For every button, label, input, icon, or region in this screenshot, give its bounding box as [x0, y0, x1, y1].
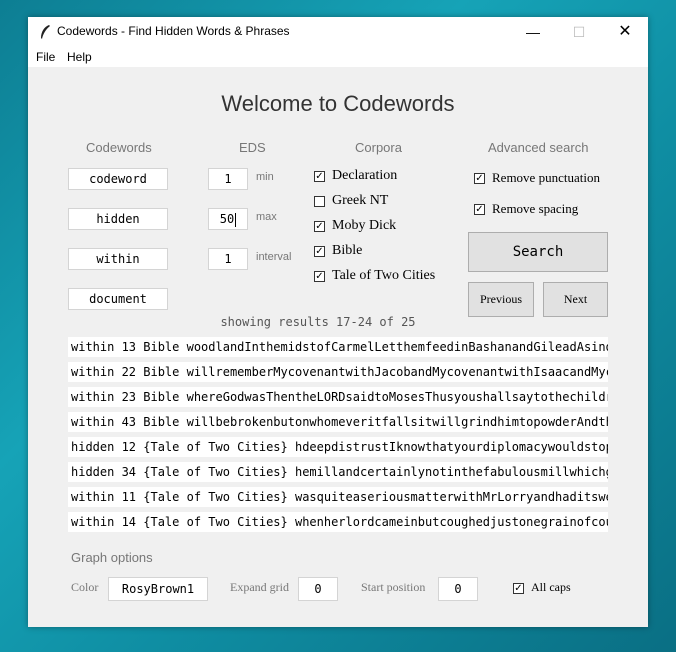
start-position-label: Start position: [361, 580, 426, 594]
page-title: Welcome to Codewords: [221, 91, 455, 116]
feather-icon: [41, 25, 50, 39]
eds-heading: EDS: [239, 140, 266, 155]
checkbox-box[interactable]: ✓: [314, 246, 325, 257]
eds-min-input[interactable]: 1: [208, 168, 248, 190]
expand-grid-label: Expand grid: [230, 580, 289, 594]
title-bar: Codewords - Find Hidden Words & Phrases …: [28, 17, 648, 47]
menu-help[interactable]: Help: [67, 50, 92, 64]
checkbox-box[interactable]: ✓: [314, 221, 325, 232]
checkbox-box[interactable]: ✓: [314, 171, 325, 182]
checkbox-label: Greek NT: [332, 193, 389, 208]
menu-bar: File Help: [28, 47, 648, 67]
eds-max-input[interactable]: 50: [208, 208, 248, 230]
result-row[interactable]: within 11 {Tale of Two Cities} wasquitea…: [68, 487, 608, 507]
checkbox-box[interactable]: ✓: [513, 583, 524, 594]
result-row[interactable]: hidden 34 {Tale of Two Cities} hemilland…: [68, 462, 608, 482]
codewords-heading: Codewords: [86, 140, 152, 155]
checkbox-label: Tale of Two Cities: [332, 268, 436, 283]
result-row[interactable]: within 13 Bible woodlandInthemidstofCarm…: [68, 337, 608, 357]
eds-interval-label: interval: [256, 251, 292, 263]
eds-min-label: min: [256, 171, 274, 183]
corpora-heading: Corpora: [355, 140, 402, 155]
codeword-input-3[interactable]: within: [68, 248, 168, 270]
close-button[interactable]: ✕: [602, 17, 648, 47]
eds-interval-input[interactable]: 1: [208, 248, 248, 270]
eds-max-value: 50: [219, 212, 235, 226]
result-row[interactable]: within 43 Bible willbebrokenbutonwhomeve…: [68, 412, 608, 432]
previous-button[interactable]: Previous: [468, 282, 534, 317]
next-button[interactable]: Next: [543, 282, 608, 317]
app-window: Codewords - Find Hidden Words & Phrases …: [28, 17, 648, 627]
result-row[interactable]: within 14 {Tale of Two Cities} whenherlo…: [68, 512, 608, 532]
text-cursor: [235, 212, 237, 227]
results-status: showing results 17-24 of 25: [220, 315, 416, 329]
checkbox-box[interactable]: [314, 196, 325, 207]
expand-grid-input[interactable]: 0: [298, 577, 338, 601]
codeword-input-2[interactable]: hidden: [68, 208, 168, 230]
advanced-search-heading: Advanced search: [488, 140, 589, 155]
checkbox-box[interactable]: ✓: [314, 271, 325, 282]
codeword-input-1[interactable]: codeword: [68, 168, 168, 190]
menu-file[interactable]: File: [36, 50, 55, 64]
result-row[interactable]: hidden 12 {Tale of Two Cities} hdeepdist…: [68, 437, 608, 457]
search-button[interactable]: Search: [468, 232, 608, 272]
maximize-button[interactable]: ☐: [556, 17, 602, 47]
graph-options-heading: Graph options: [71, 550, 153, 565]
minimize-button[interactable]: —: [510, 17, 556, 47]
checkbox-label: All caps: [531, 580, 571, 594]
checkbox-label: Remove spacing: [492, 201, 579, 216]
start-position-input[interactable]: 0: [438, 577, 478, 601]
color-label: Color: [71, 580, 99, 594]
checkbox-label: Declaration: [332, 168, 398, 183]
codeword-input-4[interactable]: document: [68, 288, 168, 310]
checkbox-label: Remove punctuation: [492, 170, 600, 185]
window-title: Codewords - Find Hidden Words & Phrases: [57, 24, 290, 38]
checkbox-box[interactable]: ✓: [474, 204, 485, 215]
checkbox-box[interactable]: ✓: [474, 173, 485, 184]
result-row[interactable]: within 23 Bible whereGodwasThentheLORDsa…: [68, 387, 608, 407]
eds-max-label: max: [256, 211, 277, 223]
color-input[interactable]: RosyBrown1: [108, 577, 208, 601]
checkbox-label: Bible: [332, 243, 363, 258]
checkbox-label: Moby Dick: [332, 218, 397, 233]
result-row[interactable]: within 22 Bible willrememberMycovenantwi…: [68, 362, 608, 382]
